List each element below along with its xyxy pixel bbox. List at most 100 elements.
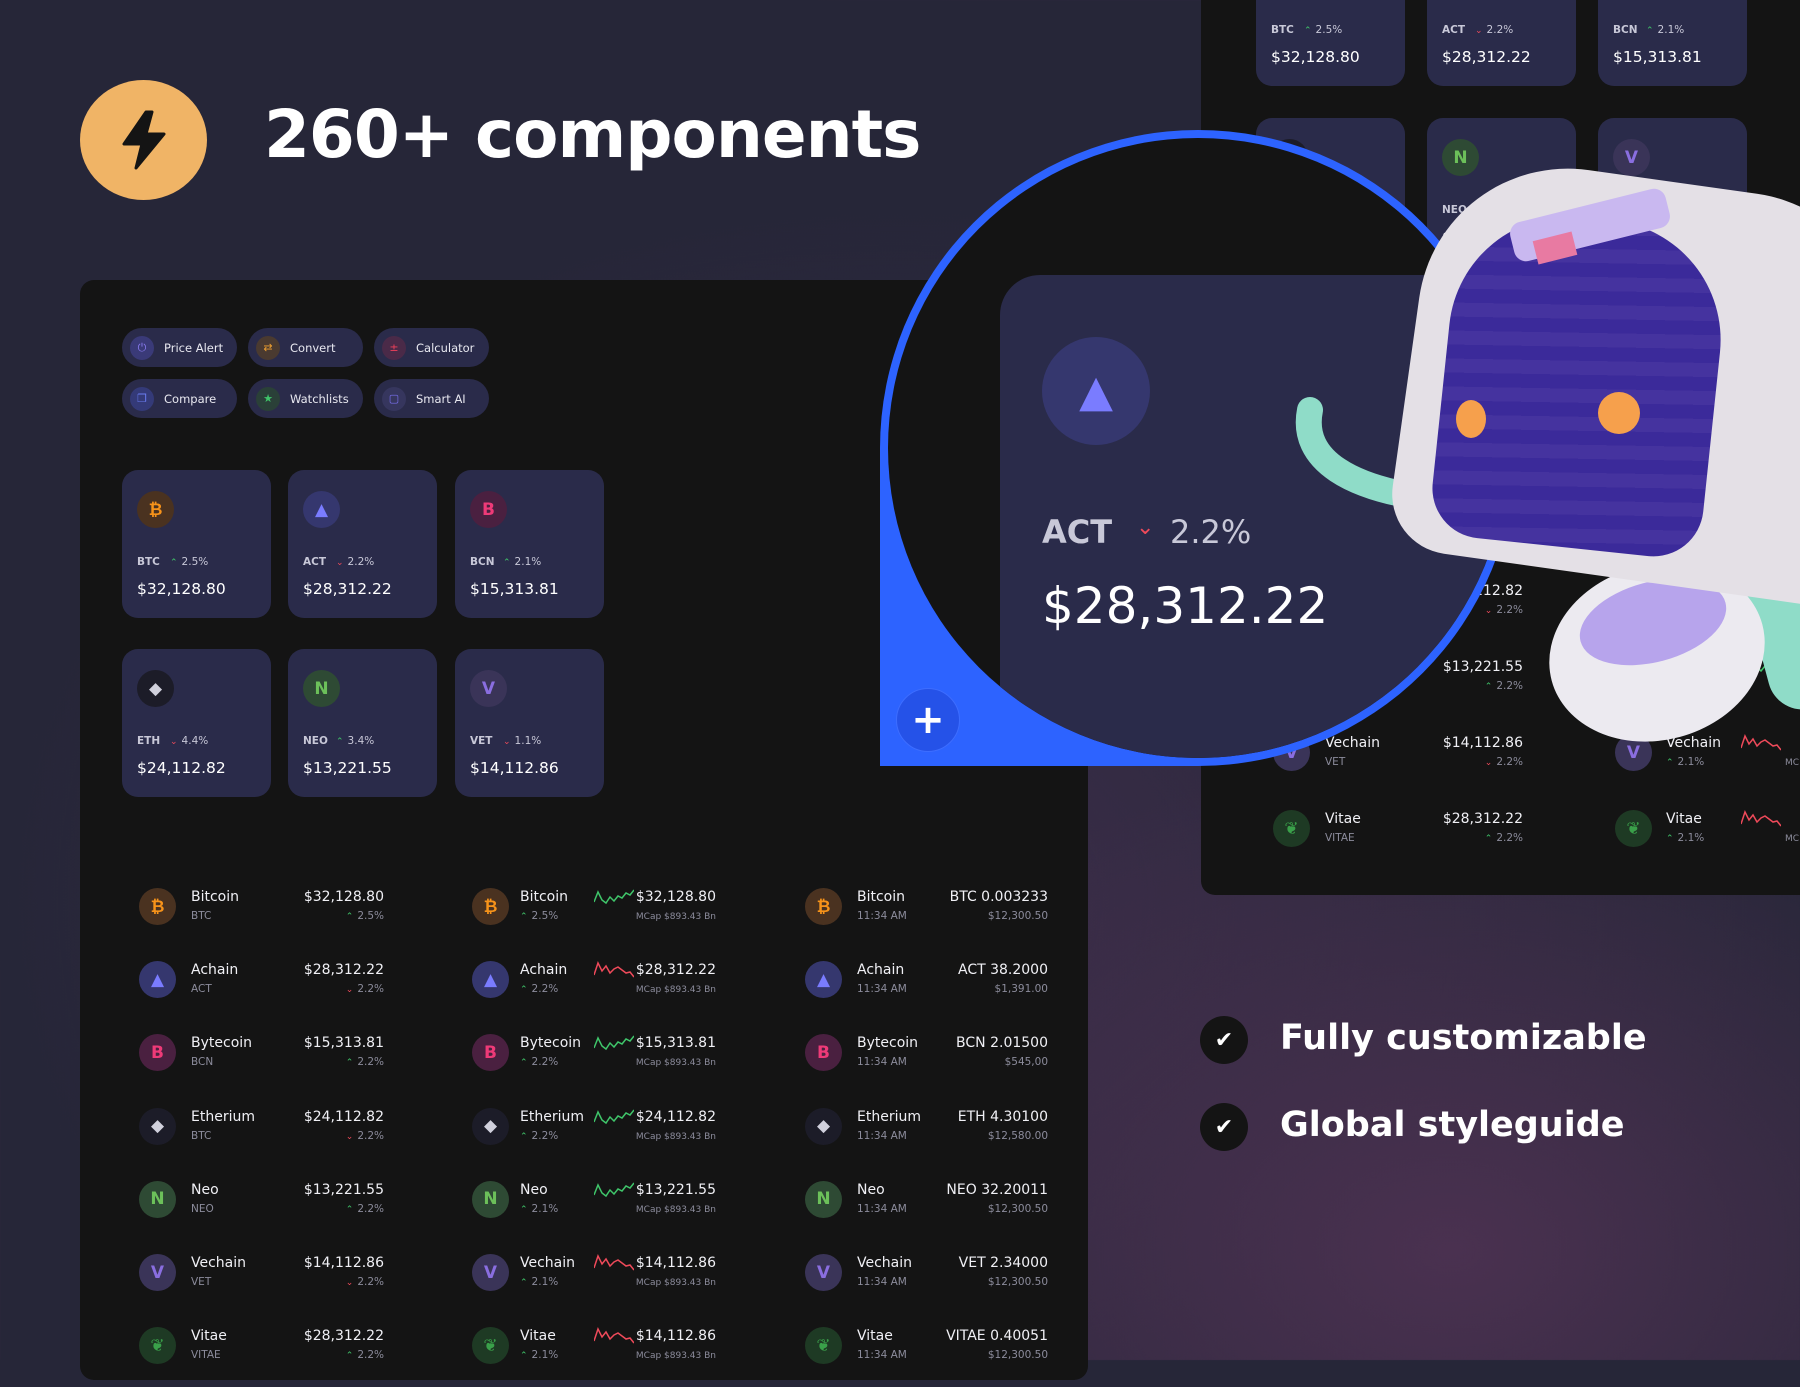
vechain-icon: V — [139, 1254, 176, 1291]
market-cap: MC — [1785, 834, 1800, 844]
list-item[interactable]: ▲ Achain 11:34 AM ACT 38.2000 $1,391.00 — [805, 961, 1048, 1021]
transaction-time: 11:34 AM — [857, 1202, 907, 1215]
coin-name: Vechain — [520, 1255, 576, 1271]
coin-price: $32,128.80 — [635, 889, 716, 905]
list-item[interactable]: V Vechain VET $14,112.86 ⌄2.2% — [139, 1254, 384, 1314]
coin-card[interactable]: ▲ACT⌄2.2%$28,312.22 — [1427, 0, 1576, 86]
sparkline-path — [594, 1035, 634, 1051]
star-icon: ★ — [256, 386, 280, 411]
market-cap: MC — [1785, 758, 1800, 768]
holding-amount: VITAE 0.40051 — [946, 1328, 1048, 1345]
coin-card[interactable]: N NEO ⌃3.4% $13,221.55 — [288, 649, 437, 797]
change-value: 2.2% — [531, 983, 559, 996]
list-item[interactable]: ❦ Vitae VITAE $28,312.22 ⌃ 2.2% — [1273, 810, 1523, 870]
coin-name: Vitae — [1666, 811, 1702, 827]
list-item[interactable]: N Neo ⌃ 2.1% $13,221.55 MCap $893.43 Bn — [472, 1180, 716, 1241]
change-indicator: ⌃ 2.5% — [170, 556, 208, 568]
change-value: 2.2% — [357, 1276, 384, 1288]
coin-symbol: VITAE — [1325, 832, 1355, 844]
sparkline-path — [594, 1254, 634, 1271]
list-item[interactable]: ◆ Etherium ⌃ 2.2% $24,112.82 MCap $893.43 Bn — [472, 1107, 716, 1168]
change-indicator: ⌃2.2% — [520, 1130, 558, 1142]
feature-label: Global styleguide — [1280, 1105, 1625, 1145]
change-value: 4.4% — [181, 735, 209, 747]
chevron-down-icon: ⌄ — [503, 737, 511, 747]
sparkline-path — [594, 1109, 634, 1124]
pill-smart-ai[interactable]: ▢ Smart AI — [374, 379, 489, 418]
coin-price: $13,221.55 — [303, 1181, 384, 1198]
chevron-down-icon: ⌄ — [1475, 26, 1483, 36]
pill-watchlists[interactable]: ★ Watchlists — [248, 379, 363, 418]
pill-price-alert[interactable]: ⏻ Price Alert — [122, 328, 237, 367]
list-item[interactable]: B Bytecoin BCN $15,313.81 ⌃ 2.2% — [139, 1034, 384, 1094]
list-item[interactable]: ◆ Etherium BTC $24,112.82 ⌄2.2% — [139, 1107, 384, 1168]
list-item[interactable]: V Vechain 11:34 AM VET 2.34000 $12,300.50 — [805, 1254, 1048, 1314]
change-value: 2.5% — [1315, 24, 1343, 36]
card-price: $13,221.55 — [303, 759, 392, 777]
achain-icon: ▲ — [805, 961, 842, 999]
coin-card[interactable]: ▲ACT⌄2.2%$28,312.22 — [288, 470, 437, 618]
list-item[interactable]: ▲ Achain ACT $28,312.22 ⌄ 2.2% — [139, 961, 384, 1021]
change-indicator: ⌃ 2.5% — [520, 910, 558, 922]
list-item[interactable]: ❦ Vitae VITAE $28,312.22 ⌃ 2.2% — [139, 1327, 384, 1387]
pill-label: Convert — [290, 340, 336, 355]
card-symbol: BCN — [1613, 24, 1638, 36]
coin-price: $24,112.82 — [303, 1108, 384, 1125]
sparkline — [594, 1182, 634, 1197]
coin-card[interactable]: ₿BTC⌃2.5%$32,128.80 — [122, 470, 271, 618]
list-item[interactable]: B Bytecoin 11:34 AM BCN 2.01500 $545,00 — [805, 1034, 1048, 1094]
pill-calculator[interactable]: ± Calculator — [374, 328, 489, 367]
coin-name: Vitae — [520, 1328, 556, 1345]
coin-card[interactable]: BBCN⌃2.1%$15,313.81 — [1598, 0, 1747, 86]
market-cap: MCap $893.43 Bn — [635, 1278, 716, 1288]
transaction-time: 11:34 AM — [857, 1349, 907, 1362]
list-item[interactable]: ₿ Bitcoin ⌃ 2.5% $32,128.80 MCap $893.43 Bn — [472, 888, 716, 948]
list-item[interactable]: N Neo NEO $13,221.55 ⌃2.2% — [139, 1180, 384, 1241]
list-item[interactable]: N Neo 11:34 AM NEO 32.20011 $12,300.50 — [805, 1180, 1048, 1241]
list-item[interactable]: ₿ Bitcoin 11:34 AM BTC 0.003233 $12,300.50 — [805, 888, 1048, 948]
holding-amount: BTC 0.003233 — [949, 889, 1048, 905]
chevron-down-icon: ⌄ — [1136, 515, 1155, 540]
change-indicator: ⌄2.2% — [346, 1130, 384, 1142]
magnified-price: $28,312.22 — [1042, 577, 1329, 635]
neo-icon: N — [139, 1180, 176, 1218]
coin-card[interactable]: BBCN⌃2.1%$15,313.81 — [455, 470, 604, 618]
coin-card[interactable]: ◆ ETH ⌄4.4% $24,112.82 — [122, 649, 271, 797]
robot-icon: ▢ — [382, 386, 406, 411]
pill-compare[interactable]: ❐ Compare — [122, 379, 237, 418]
chevron-up-icon: ⌃ — [1666, 834, 1674, 844]
pill-convert[interactable]: ⇄ Convert — [248, 328, 363, 367]
change-value: 2.5% — [181, 556, 209, 568]
holding-value: $12,300.50 — [987, 910, 1048, 922]
list-item[interactable]: ▲ Achain ⌃ 2.2% $28,312.22 MCap $893.43 Bn — [472, 961, 716, 1021]
list-item[interactable]: ❦ Vitae ⌃ 2.1% MC — [1615, 810, 1800, 870]
list-item[interactable]: ◆ Etherium 11:34 AM ETH 4.30100 $12,580.00 — [805, 1107, 1048, 1168]
coin-card[interactable]: V VET ⌄1.1% $14,112.86 — [455, 649, 604, 797]
change-indicator: ⌃2.1% — [520, 1276, 558, 1288]
change-value: 2.5% — [357, 910, 384, 922]
change-value: 2.1% — [531, 1349, 559, 1362]
coin-card[interactable]: ₿BTC⌃2.5%$32,128.80 — [1256, 0, 1405, 86]
list-item[interactable]: ❦ Vitae 11:34 AM VITAE 0.40051 $12,300.50 — [805, 1327, 1048, 1387]
chevron-down-icon: ⌄ — [336, 558, 344, 568]
change-value: 2.2% — [357, 1129, 384, 1142]
change-indicator: ⌄2.2% — [1475, 24, 1513, 36]
card-price: $15,313.81 — [1613, 48, 1702, 66]
list-item[interactable]: V Vechain ⌃ 2.1% MC — [1615, 734, 1800, 794]
lightning-bolt-icon — [122, 110, 165, 170]
ethereum-icon: ◆ — [139, 1107, 176, 1145]
list-item[interactable]: B Bytecoin ⌃ 2.2% $15,313.81 MCap $893.43 Bn — [472, 1034, 716, 1094]
change-value: 2.2% — [531, 1129, 559, 1142]
change-value: 1.1% — [514, 735, 542, 747]
holding-value: $1,391.00 — [994, 983, 1048, 996]
list-item[interactable]: V Vechain ⌃ 2.1% $14,112.86 MCap $893.43 Bn — [472, 1254, 716, 1314]
coin-price: $24,112.82 — [635, 1108, 716, 1125]
list-item[interactable]: ❦ Vitae ⌃ 2.1% $14,112.86 MCap $893.43 Bn — [472, 1327, 716, 1387]
list-item[interactable]: ₿ Bitcoin BTC $32,128.80 ⌃ 2.5% — [139, 888, 384, 948]
coin-name: Etherium — [520, 1108, 584, 1125]
add-button[interactable]: + — [896, 688, 960, 752]
market-cap: MCap $893.43 Bn — [635, 912, 716, 922]
coin-name: Etherium — [191, 1108, 255, 1125]
check-icon: ✔ — [1200, 1103, 1248, 1151]
market-cap: MCap $893.43 Bn — [635, 1058, 716, 1069]
